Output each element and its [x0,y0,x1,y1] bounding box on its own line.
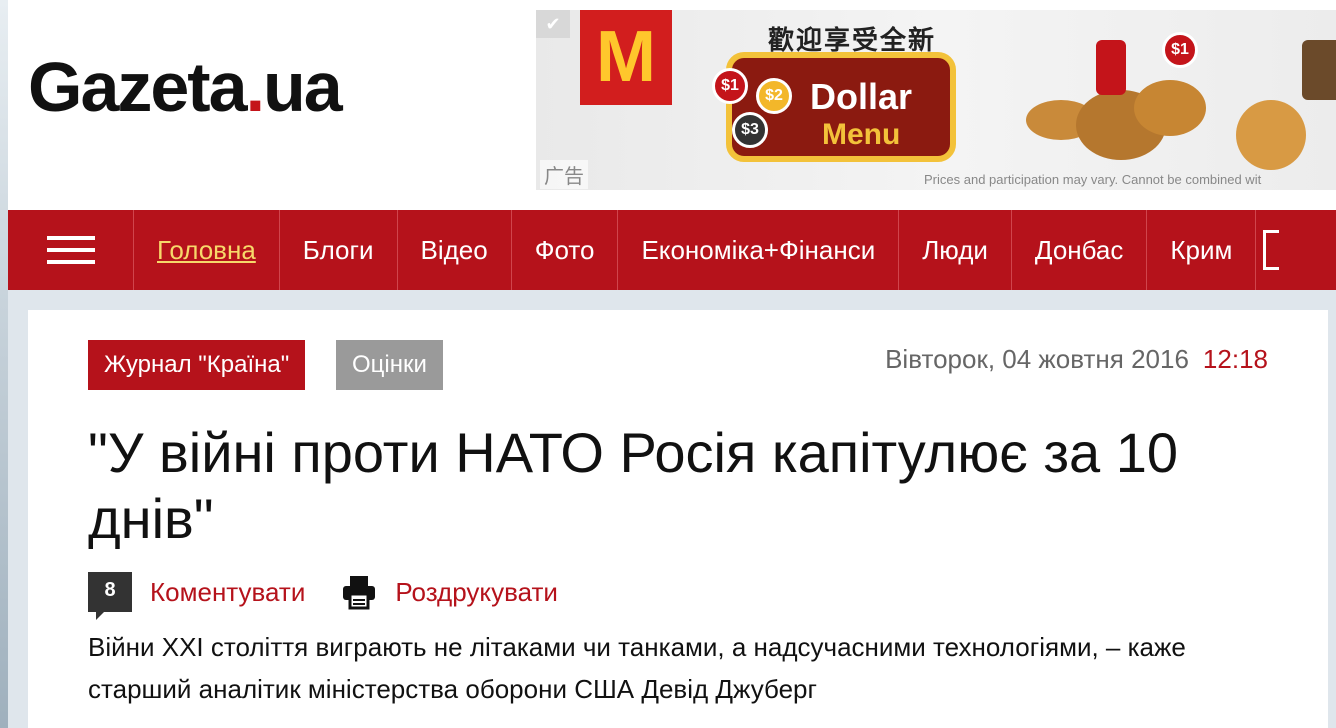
coin-4: $1 [1162,32,1198,68]
chicken-image [1236,100,1306,170]
hamburger-menu-icon[interactable] [8,210,134,290]
comment-link[interactable]: Коментувати [150,577,305,608]
ad-menu-text: Menu [822,118,901,151]
section-tag[interactable]: Оцінки [336,340,443,390]
ad-label: 广告 [540,160,588,189]
print-link[interactable]: Роздрукувати [395,577,558,608]
ad-fine-print: Prices and participation may vary. Canno… [924,172,1262,187]
coin-3: $3 [732,112,768,148]
article-lead: Війни XXI століття виграють не літаками … [88,632,1186,704]
nav-overflow-icon[interactable] [1256,210,1286,290]
nav-item-video[interactable]: Відео [398,210,512,290]
main-navigation: Головна Блоги Відео Фото Економіка+Фінан… [8,210,1336,290]
site-logo[interactable]: Gazeta.ua [28,52,343,122]
advertisement-banner[interactable]: ✔ M 歡迎享受全新 Dollar Menu $1 $2 $3 $1 广告 Pr… [536,10,1336,190]
ad-dollar-text: Dollar [810,76,913,117]
nav-item-blogs[interactable]: Блоги [280,210,398,290]
date-text: Вівторок, 04 жовтня 2016 [885,344,1189,374]
drink-cup-image [1096,40,1126,95]
ad-choices-icon[interactable]: ✔ [536,10,570,38]
nav-item-donbas[interactable]: Донбас [1012,210,1148,290]
coin-1: $1 [712,68,748,104]
nav-item-economy[interactable]: Економіка+Фінанси [618,210,900,290]
printer-icon[interactable] [341,574,377,610]
burger-image-2 [1134,80,1206,136]
publish-date: Вівторок, 04 жовтня 2016 12:18 [885,344,1268,375]
category-tag[interactable]: Журнал "Країна" [88,340,306,390]
page-background [0,0,8,728]
nav-item-photo[interactable]: Фото [512,210,619,290]
publish-time: 12:18 [1202,344,1268,374]
coin-2: $2 [756,78,792,114]
article-container: Журнал "Країна" Оцінки Вівторок, 04 жовт… [28,310,1328,728]
site-header: Gazeta.ua ✔ M 歡迎享受全新 Dollar Menu $1 $2 $… [8,0,1336,210]
nav-item-crimea[interactable]: Крим [1147,210,1257,290]
comment-count-badge[interactable]: 8 [88,572,132,620]
mcdonalds-logo: M [580,10,672,105]
nav-item-home[interactable]: Головна [134,210,280,290]
article-actions: 8 Коментувати Роздрукувати [88,572,558,620]
article-title: "У війні проти НАТО Росія капітулює за 1… [88,421,1179,550]
nav-item-people[interactable]: Люди [899,210,1012,290]
coffee-cup-image [1302,40,1336,100]
